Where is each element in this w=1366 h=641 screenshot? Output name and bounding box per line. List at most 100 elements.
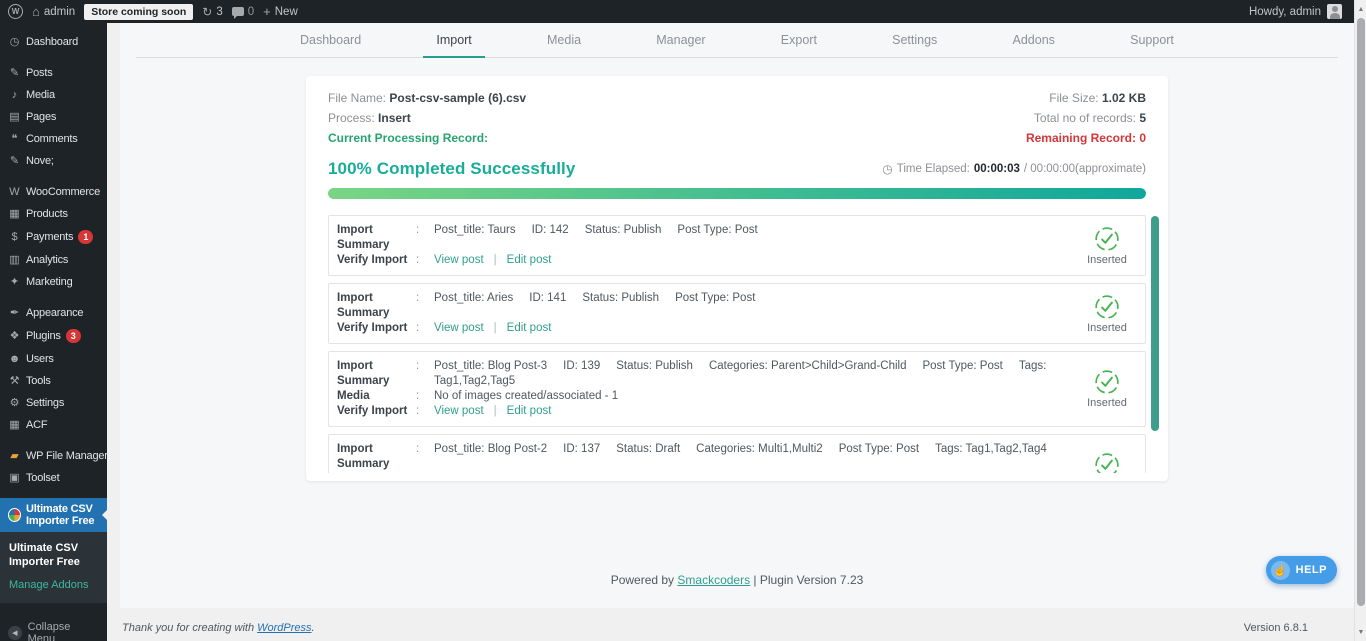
file-name-row: File Name: Post-csv-sample (6).csv [328, 88, 526, 108]
products-icon: ▦ [8, 208, 21, 220]
sidebar-item-label: WooCommerce [26, 186, 100, 198]
sidebar-item-users[interactable]: ☻Users [0, 348, 107, 370]
import-summary-label: Import Summary [337, 359, 416, 389]
site-name-link[interactable]: ⌂ admin [32, 5, 75, 18]
summary-field: Categories: Multi1,Multi2 [696, 443, 823, 455]
browser-scrollbar[interactable]: ▲ ▼ [1354, 0, 1366, 641]
acf-icon: ▦ [8, 419, 21, 431]
sidebar-item-marketing[interactable]: ✦Marketing [0, 271, 107, 293]
import-summary-label: Import Summary [337, 223, 416, 253]
user-avatar [1327, 4, 1342, 19]
tab-dashboard[interactable]: Dashboard [287, 23, 374, 58]
sidebar-item-woocommerce[interactable]: WWooCommerce [0, 181, 107, 203]
sidebar-item-label: Appearance [26, 307, 83, 319]
scroll-down-arrow-icon[interactable]: ▼ [1355, 625, 1366, 639]
scrollbar-thumb[interactable] [1357, 18, 1365, 606]
new-content-link[interactable]: + New [263, 5, 298, 18]
wp-admin-bar: W ⌂ admin Store coming soon ↻ 3 0 + New … [0, 0, 1366, 23]
sidebar-item-nove[interactable]: ✎Nove; [0, 150, 107, 172]
sidebar-item-label: Ultimate CSV Importer Free [26, 503, 101, 527]
list-scrollbar-thumb[interactable] [1151, 216, 1159, 431]
sidebar-item-posts[interactable]: ✎Posts [0, 62, 107, 84]
media-text: No of images created/associated - 1 [434, 472, 618, 473]
view-post-link[interactable]: View post [434, 404, 484, 419]
summary-field: Post Type: Post [839, 443, 919, 455]
count-badge: 1 [78, 230, 93, 244]
howdy-account-link[interactable]: Howdy, admin [1249, 6, 1321, 18]
colon: : [416, 389, 434, 404]
inserted-check-icon [1094, 226, 1120, 252]
submenu-item-manage-addons[interactable]: Manage Addons [0, 573, 107, 593]
sidebar-item-plugins[interactable]: ❖Plugins3 [0, 324, 107, 348]
tab-import[interactable]: Import [423, 23, 484, 58]
progress-fill [328, 188, 1146, 199]
link-separator: | [494, 404, 497, 419]
pages-icon: ▤ [8, 111, 21, 123]
collapse-menu-button[interactable]: ◀ Collapse Menu [0, 615, 107, 641]
tab-addons[interactable]: Addons [1000, 23, 1068, 58]
import-summary-fields: Post_title: AriesID: 141Status: PublishP… [434, 291, 771, 321]
remaining-record-label: Remaining Record: [1026, 131, 1136, 145]
hand-icon: ☝ [1271, 561, 1290, 580]
link-separator: | [494, 253, 497, 268]
updates-link[interactable]: ↻ 3 [202, 6, 222, 18]
sidebar-item-media[interactable]: ♪Media [0, 84, 107, 106]
tools-icon: ⚒ [8, 375, 21, 387]
sidebar-item-settings[interactable]: ⚙Settings [0, 392, 107, 414]
edit-post-link[interactable]: Edit post [507, 404, 552, 419]
sidebar-item-label: Payments [26, 231, 73, 243]
sidebar-item-ultimate-csv-importer-free[interactable]: Ultimate CSV Importer Free [0, 498, 107, 532]
sidebar-item-label: ACF [26, 419, 47, 431]
sidebar-item-label: Nove; [26, 155, 54, 167]
import-summary-label: Import Summary [337, 291, 416, 321]
thanks-prefix: Thank you for creating with [122, 622, 257, 634]
sidebar-item-acf[interactable]: ▦ ACF [0, 414, 107, 436]
inserted-status-label: Inserted [1087, 397, 1127, 409]
tab-export[interactable]: Export [768, 23, 830, 58]
sidebar-item-dashboard[interactable]: ◷Dashboard [0, 31, 107, 53]
sidebar-item-comments[interactable]: ❝Comments [0, 128, 107, 150]
comments-icon: ❝ [8, 133, 21, 145]
file-size-value: 1.02 KB [1102, 91, 1146, 105]
tab-manager[interactable]: Manager [643, 23, 718, 58]
media-icon: ♪ [8, 89, 21, 101]
count-badge: 3 [66, 329, 81, 343]
sidebar-item-appearance[interactable]: ✒Appearance [0, 302, 107, 324]
help-button[interactable]: ☝ HELP [1266, 556, 1337, 584]
sidebar-item-pages[interactable]: ▤Pages [0, 106, 107, 128]
sidebar-item-payments[interactable]: $Payments1 [0, 225, 107, 249]
submenu-item-ultimate-csv-importer-free[interactable]: Ultimate CSV Importer Free [0, 539, 107, 573]
settings-icon: ⚙ [8, 397, 21, 409]
inserted-status-label: Inserted [1087, 254, 1127, 266]
csv-importer-logo-icon [8, 508, 21, 522]
sidebar-item-toolset[interactable]: ▣Toolset [0, 467, 107, 489]
summary-field: ID: 139 [563, 360, 600, 372]
view-post-link[interactable]: View post [434, 321, 484, 336]
clock-icon: ◷ [882, 162, 892, 176]
tab-settings[interactable]: Settings [879, 23, 950, 58]
process-value: Insert [378, 111, 411, 125]
sidebar-item-products[interactable]: ▦Products [0, 203, 107, 225]
comments-link[interactable]: 0 [232, 6, 254, 18]
wordpress-logo-icon[interactable]: W [8, 4, 23, 19]
powered-by-text: Powered by [611, 573, 678, 587]
summary-field: Post Type: Post [677, 224, 757, 236]
sidebar-item-wp-file-manager[interactable]: ▰WP File Manager [0, 445, 107, 467]
sidebar-item-analytics[interactable]: ▥Analytics [0, 249, 107, 271]
store-coming-soon-badge[interactable]: Store coming soon [84, 4, 193, 20]
summary-field: ID: 137 [563, 443, 600, 455]
wordpress-link[interactable]: WordPress [257, 622, 311, 634]
colon: : [416, 223, 434, 253]
colon: : [416, 359, 434, 389]
new-label: New [275, 6, 298, 18]
scroll-up-arrow-icon[interactable]: ▲ [1355, 2, 1366, 16]
smackcoders-link[interactable]: Smackcoders [677, 573, 750, 587]
view-post-link[interactable]: View post [434, 253, 484, 268]
sidebar-item-tools[interactable]: ⚒Tools [0, 370, 107, 392]
comment-bubble-icon [232, 7, 244, 16]
tab-media[interactable]: Media [534, 23, 594, 58]
summary-field: Tags: Tag1,Tag2,Tag4 [935, 443, 1047, 455]
tab-support[interactable]: Support [1117, 23, 1187, 58]
edit-post-link[interactable]: Edit post [507, 253, 552, 268]
edit-post-link[interactable]: Edit post [507, 321, 552, 336]
